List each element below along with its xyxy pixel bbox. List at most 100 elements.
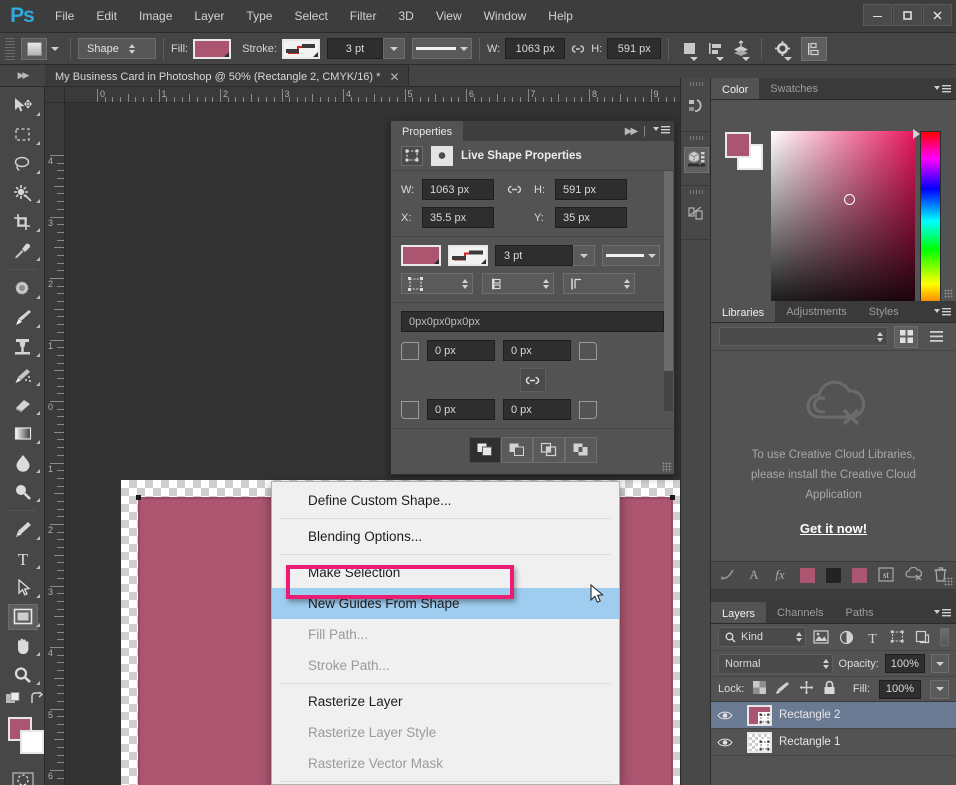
blur-tool[interactable]	[0, 448, 45, 477]
menu-file[interactable]: File	[44, 5, 85, 27]
tab-swatches[interactable]: Swatches	[759, 78, 829, 99]
layer-filter-kind-select[interactable]: Kind	[718, 627, 806, 647]
path-operations-icon[interactable]	[676, 37, 702, 61]
smart-object-filter-icon[interactable]	[913, 627, 933, 648]
double-chevron-right-icon[interactable]: ▶▶	[625, 126, 636, 137]
eyedropper-tool[interactable]	[0, 236, 45, 265]
radius-top-right-field[interactable]: 0 px	[503, 340, 571, 361]
close-button[interactable]	[923, 4, 952, 26]
foreground-color-swatch[interactable]	[725, 132, 751, 158]
lock-position-icon[interactable]	[799, 680, 814, 698]
path-alignment-icon[interactable]	[702, 37, 728, 61]
move-tool[interactable]	[0, 91, 45, 120]
panel-menu-icon[interactable]	[934, 301, 951, 323]
color-panel-resize-grip[interactable]	[944, 289, 953, 298]
link-icon[interactable]	[720, 567, 736, 584]
menu-3d[interactable]: 3D	[387, 5, 424, 27]
default-colors-icon[interactable]	[6, 692, 21, 709]
live-shape-icon[interactable]	[401, 146, 423, 166]
path-arrangement-icon[interactable]	[728, 37, 754, 61]
menu-type[interactable]: Type	[235, 5, 283, 27]
panel-menu-icon[interactable]	[653, 125, 670, 138]
st-badge-icon[interactable]: st	[878, 567, 894, 585]
menu-item[interactable]: Define Custom Shape...	[272, 485, 619, 516]
tool-preset-picker[interactable]	[21, 38, 47, 60]
chain-link-icon[interactable]	[520, 368, 546, 392]
clone-stamp-tool[interactable]	[0, 332, 45, 361]
stroke-color-swatch[interactable]	[282, 39, 320, 59]
shape-width-field[interactable]: 1063 px	[505, 38, 565, 59]
eye-icon[interactable]	[711, 737, 739, 748]
menu-filter[interactable]: Filter	[339, 5, 388, 27]
stroke-cap-icon[interactable]	[482, 273, 554, 294]
stroke-style-select[interactable]	[602, 245, 660, 266]
path-op-new-layer[interactable]	[469, 437, 501, 463]
tool-mode-select[interactable]: Shape	[78, 38, 156, 59]
hand-tool[interactable]	[0, 631, 45, 660]
menu-layer[interactable]: Layer	[183, 5, 235, 27]
options-bar-grip[interactable]	[5, 38, 15, 60]
radius-top-left-field[interactable]: 0 px	[427, 340, 495, 361]
shape-anchor-point[interactable]	[136, 495, 141, 500]
shape-x-field[interactable]: 35.5 px	[422, 207, 494, 228]
tab-libraries[interactable]: Libraries	[711, 301, 775, 322]
libraries-panel-resize-grip[interactable]	[944, 577, 953, 586]
properties-resize-grip[interactable]	[662, 462, 672, 472]
background-color-swatch[interactable]	[20, 730, 44, 754]
pixel-layers-filter-icon[interactable]	[811, 627, 831, 648]
shape-height-field[interactable]: 591 px	[555, 179, 627, 200]
chain-link-icon[interactable]	[565, 43, 591, 55]
menu-image[interactable]: Image	[128, 5, 183, 27]
path-selection-tool[interactable]	[0, 573, 45, 602]
tab-properties[interactable]: Properties	[391, 121, 463, 141]
menu-item[interactable]: Rasterize Layer	[272, 686, 619, 717]
menu-select[interactable]: Select	[283, 5, 338, 27]
vertical-ruler[interactable]: 43210123456	[45, 103, 65, 785]
stroke-weight-dropdown[interactable]	[383, 38, 405, 59]
path-op-intersect[interactable]	[533, 437, 565, 463]
toolbar-collapse-button[interactable]: ▶▶	[0, 65, 45, 87]
marquee-tool[interactable]	[0, 120, 45, 149]
gradient-tool[interactable]	[0, 419, 45, 448]
rectangle-tool[interactable]	[0, 602, 45, 631]
table-row[interactable]: Rectangle 1	[711, 729, 956, 756]
opacity-dropdown[interactable]	[931, 654, 949, 673]
tool-preset-caret[interactable]	[47, 38, 63, 60]
stroke-weight-field[interactable]: 3 pt	[327, 38, 383, 59]
stroke-align-icon[interactable]	[401, 273, 473, 294]
library-select[interactable]	[719, 327, 888, 346]
fx-icon[interactable]: fx	[772, 567, 789, 584]
layer-comps-panel-icon[interactable]	[681, 190, 712, 240]
layer-thumbnail[interactable]	[739, 705, 779, 726]
table-row[interactable]: Rectangle 2	[711, 702, 956, 729]
tab-adjustments[interactable]: Adjustments	[775, 301, 858, 322]
get-it-now-link[interactable]: Get it now!	[800, 521, 867, 536]
mask-icon[interactable]	[431, 146, 453, 166]
menu-help[interactable]: Help	[537, 5, 584, 27]
menu-item[interactable]: Blending Options...	[272, 521, 619, 552]
stroke-weight-field[interactable]: 3 pt	[495, 245, 573, 266]
shape-layers-filter-icon[interactable]	[887, 627, 907, 648]
lock-all-icon[interactable]	[823, 680, 836, 698]
close-icon[interactable]: ✕	[389, 72, 399, 82]
pen-tool[interactable]	[0, 515, 45, 544]
swap-colors-icon[interactable]	[30, 692, 44, 708]
list-view-icon[interactable]	[924, 326, 948, 348]
panel-menu-icon[interactable]	[934, 78, 951, 100]
shape-y-field[interactable]: 35 px	[555, 207, 627, 228]
minimize-button[interactable]	[863, 4, 892, 26]
radius-bottom-left-field[interactable]: 0 px	[427, 399, 495, 420]
fill-dropdown[interactable]	[930, 680, 949, 699]
color-picker-field[interactable]	[771, 131, 915, 323]
spot-healing-tool[interactable]	[0, 274, 45, 303]
eye-icon[interactable]	[711, 710, 739, 721]
stroke-style-select[interactable]	[412, 38, 472, 59]
lock-image-pixels-icon[interactable]	[775, 681, 790, 698]
stroke-weight-dropdown[interactable]	[573, 245, 595, 266]
menu-window[interactable]: Window	[473, 5, 538, 27]
quick-selection-tool[interactable]	[0, 178, 45, 207]
color-picker-marker[interactable]	[844, 194, 855, 205]
shape-height-field[interactable]: 591 px	[607, 38, 661, 59]
cloud-disabled-icon[interactable]	[905, 567, 923, 584]
blend-mode-spinner[interactable]	[823, 659, 829, 669]
